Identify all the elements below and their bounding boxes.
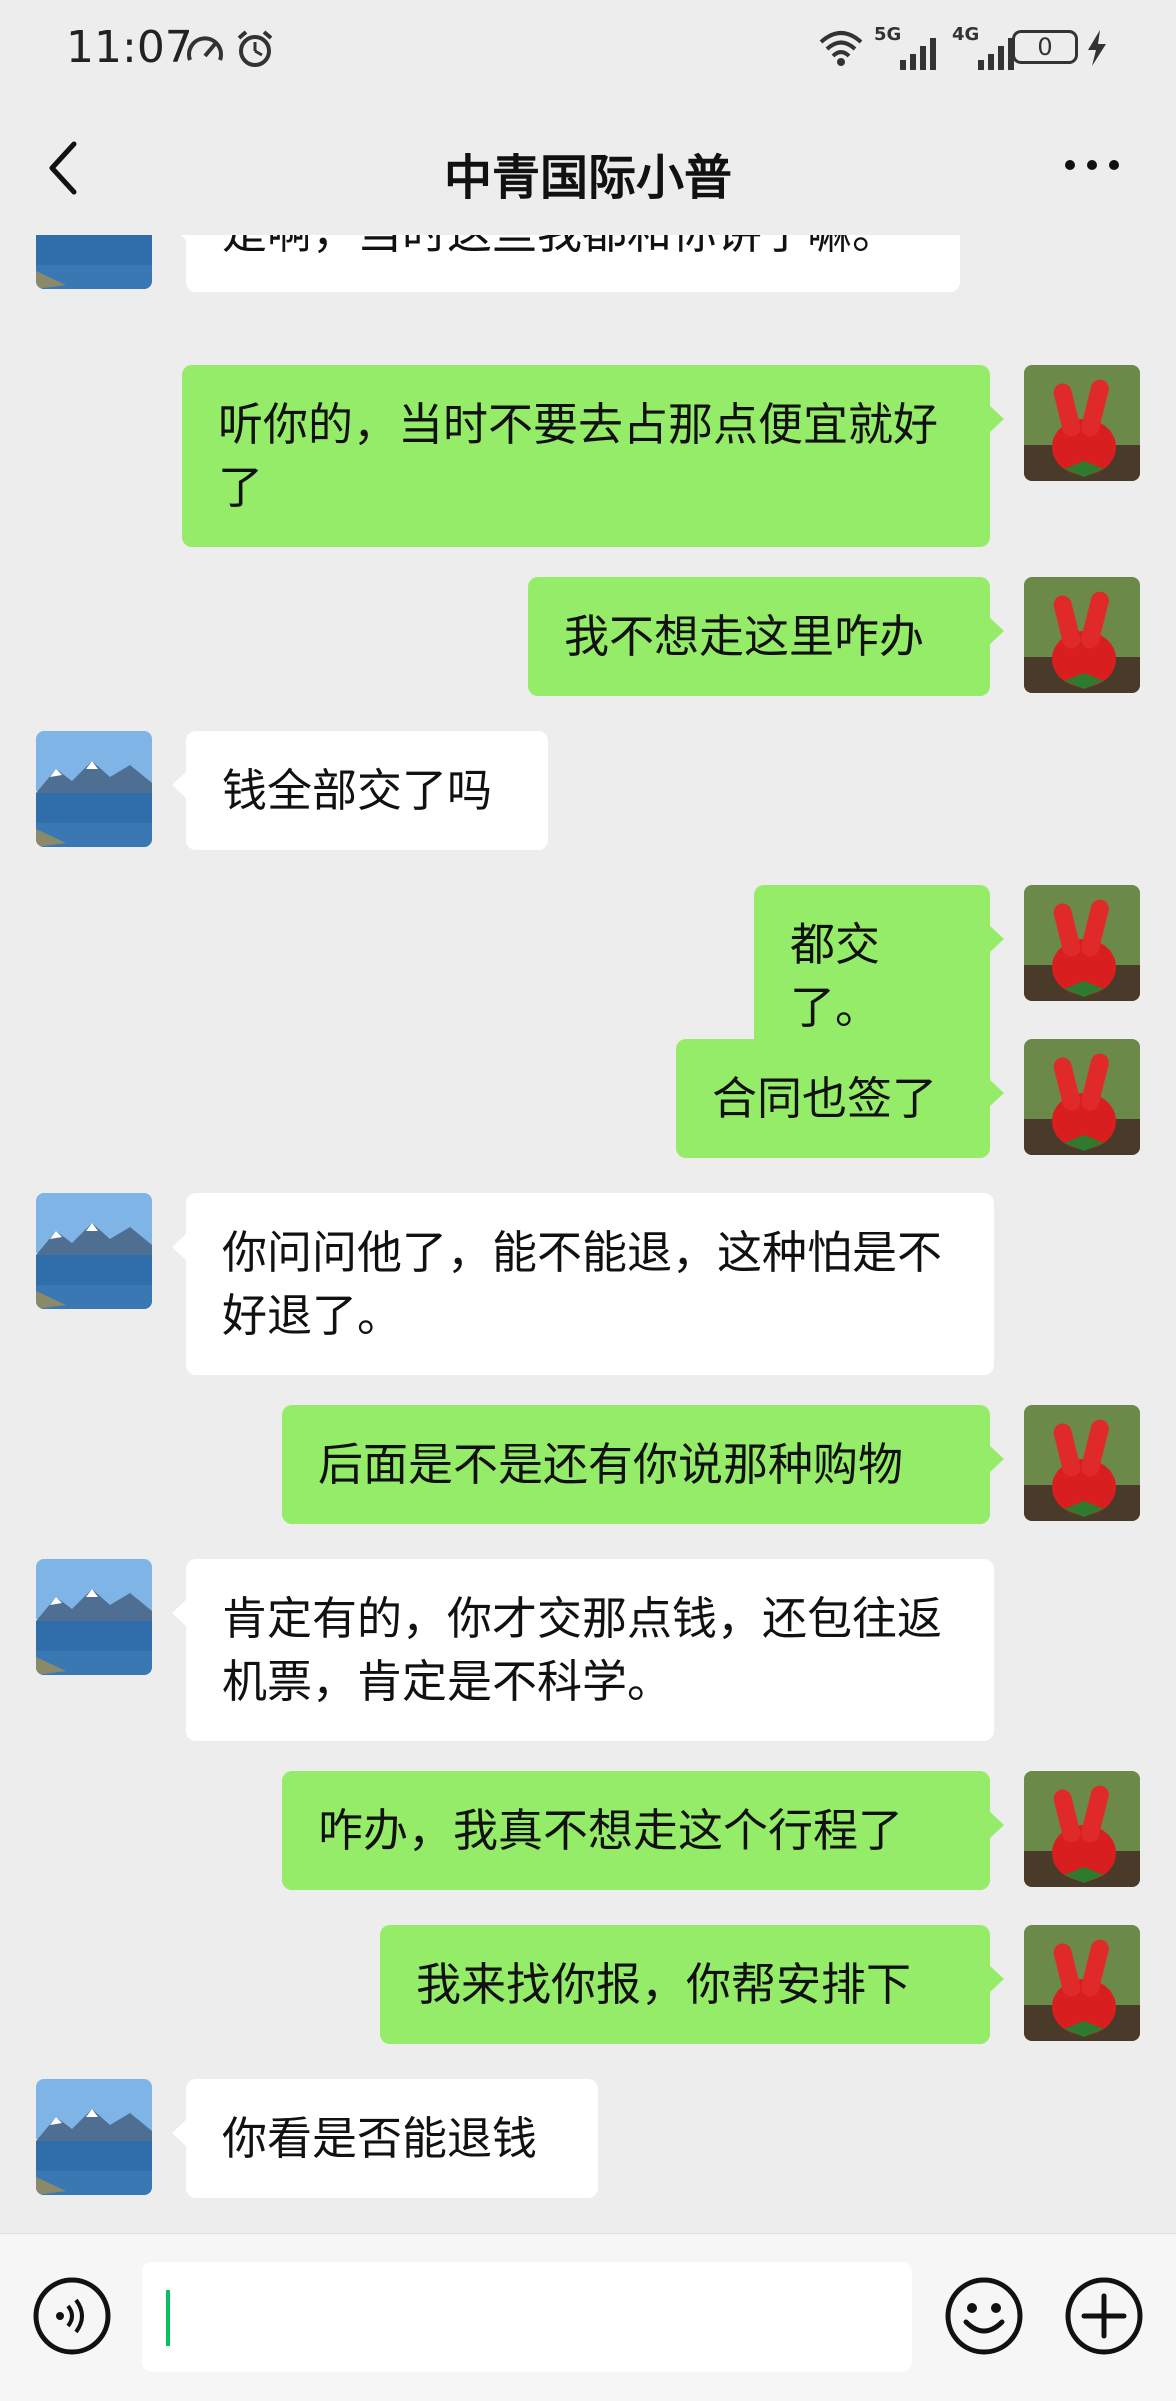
more-icon[interactable]	[1062, 155, 1122, 175]
chat-header: 中青国际小普	[0, 100, 1176, 235]
message-bubble[interactable]: 后面是不是还有你说那种购物	[282, 1405, 1004, 1524]
message-input[interactable]	[142, 2262, 912, 2372]
message-list[interactable]: 是啊，当时这些我都和你讲了嘛。 听你的，当时不要去占那点便宜就好了 我不想走这里…	[0, 235, 1176, 2233]
contact-avatar[interactable]	[36, 1193, 152, 1309]
emoji-icon[interactable]	[944, 2276, 1024, 2356]
contact-avatar[interactable]	[36, 2079, 152, 2195]
contact-avatar[interactable]	[36, 1559, 152, 1675]
status-bar: 11:07 5G 4G 0	[0, 0, 1176, 100]
strawberry-image	[1024, 577, 1140, 693]
message-bubble[interactable]: 合同也签了	[676, 1039, 1004, 1158]
status-time: 11:07	[66, 22, 193, 73]
network-5g-label: 5G	[874, 24, 902, 45]
user-avatar[interactable]	[1024, 365, 1140, 481]
strawberry-image	[1024, 1925, 1140, 2041]
user-avatar[interactable]	[1024, 577, 1140, 693]
charging-icon	[1088, 30, 1106, 66]
user-avatar[interactable]	[1024, 1771, 1140, 1887]
user-avatar[interactable]	[1024, 1925, 1140, 2041]
speedometer-icon	[187, 36, 223, 61]
signal-bars-5g	[900, 38, 936, 70]
lake-image	[36, 1193, 152, 1309]
text-caret	[166, 2290, 170, 2346]
user-avatar[interactable]	[1024, 1039, 1140, 1155]
battery-level: 0	[1037, 33, 1053, 61]
message-bubble[interactable]: 你问问他了，能不能退，这种怕是不好退了。	[172, 1193, 994, 1375]
strawberry-image	[1024, 1405, 1140, 1521]
message-bubble[interactable]: 咋办，我真不想走这个行程了	[282, 1771, 1004, 1890]
strawberry-image	[1024, 885, 1140, 1001]
message-bubble[interactable]: 听你的，当时不要去占那点便宜就好了	[182, 365, 1004, 547]
user-avatar[interactable]	[1024, 885, 1140, 1001]
contact-avatar[interactable]	[36, 235, 152, 289]
input-bar	[0, 2233, 1176, 2401]
strawberry-image	[1024, 1039, 1140, 1155]
message-bubble[interactable]: 你看是否能退钱	[172, 2079, 598, 2198]
lake-image	[36, 2079, 152, 2195]
strawberry-image	[1024, 1771, 1140, 1887]
contact-avatar[interactable]	[36, 731, 152, 847]
message-bubble[interactable]: 钱全部交了吗	[172, 731, 548, 850]
lake-image	[36, 235, 152, 289]
network-4g-label: 4G	[952, 24, 980, 45]
lake-image	[36, 731, 152, 847]
chat-title: 中青国际小普	[443, 150, 732, 206]
message-bubble[interactable]: 是啊，当时这些我都和你讲了嘛。	[172, 235, 960, 292]
plus-icon[interactable]	[1064, 2276, 1144, 2356]
message-bubble[interactable]: 我不想走这里咋办	[528, 577, 1004, 696]
message-bubble[interactable]: 肯定有的，你才交那点钱，还包往返机票，肯定是不科学。	[172, 1559, 994, 1741]
lake-image	[36, 1559, 152, 1675]
strawberry-image	[1024, 365, 1140, 481]
message-bubble[interactable]: 我来找你报，你帮安排下	[380, 1925, 1004, 2044]
wifi-icon	[819, 31, 863, 66]
voice-icon[interactable]	[32, 2276, 112, 2356]
battery-icon: 0	[1012, 30, 1078, 64]
user-avatar[interactable]	[1024, 1405, 1140, 1521]
alarm-icon	[237, 30, 273, 67]
